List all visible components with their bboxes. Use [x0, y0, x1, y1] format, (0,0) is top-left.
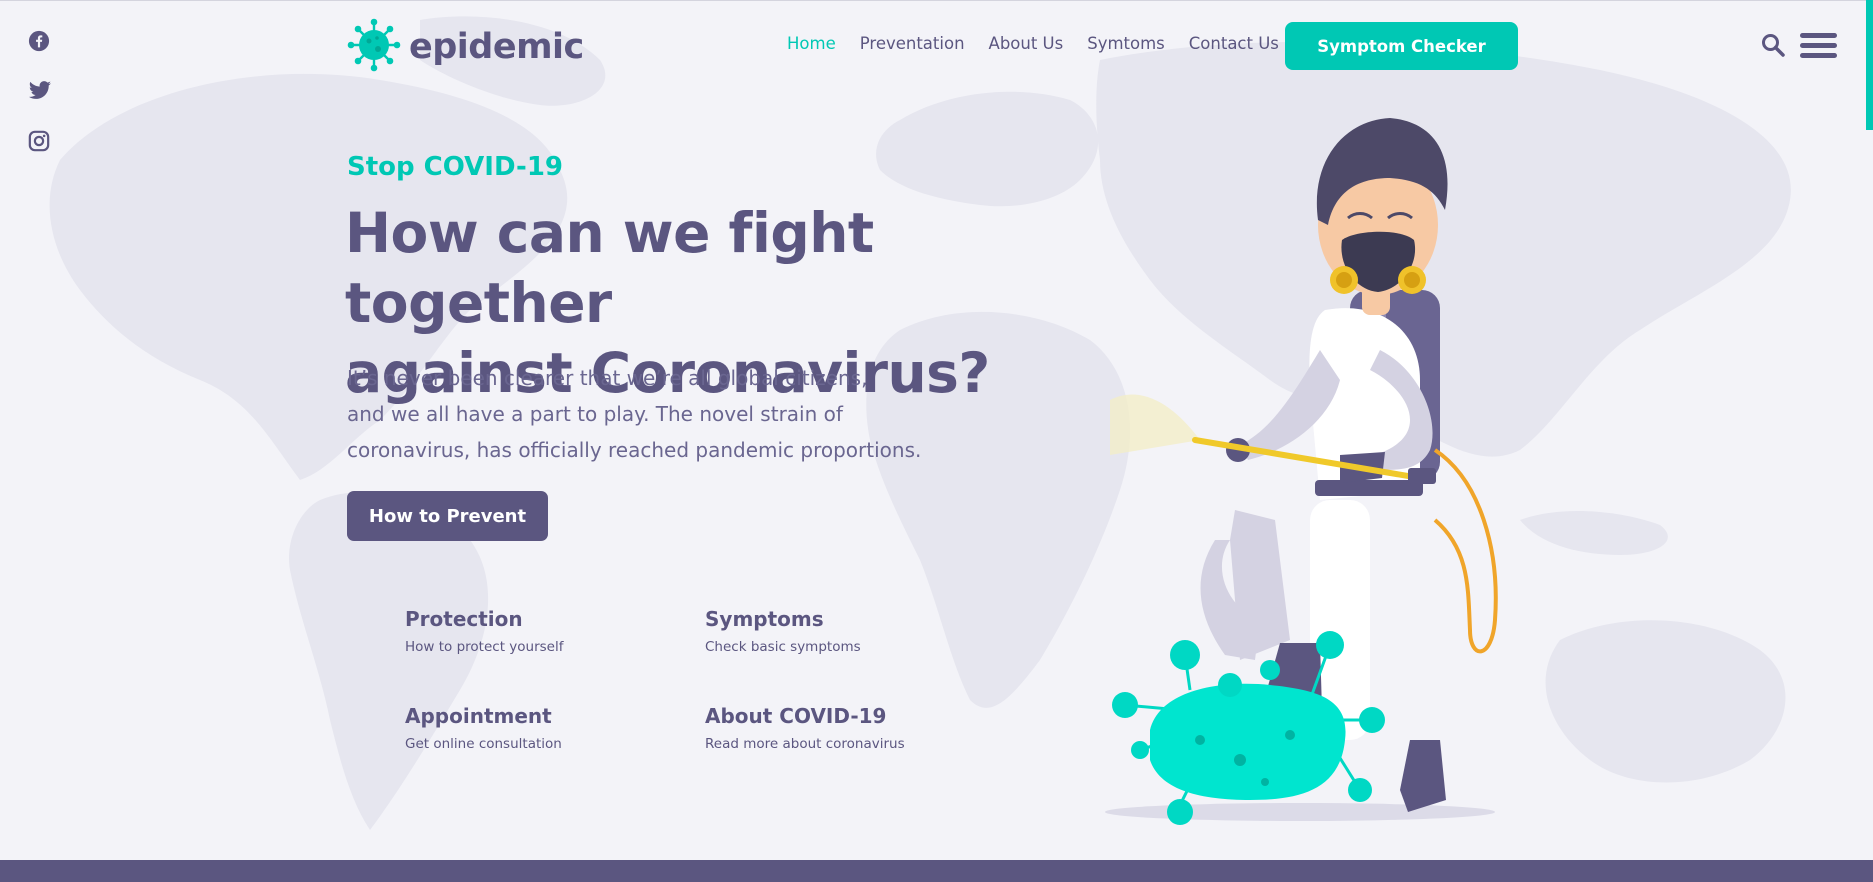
desc-line-3: coronavirus, has officially reached pand…	[347, 438, 922, 462]
feature-title: Appointment	[405, 704, 552, 728]
nav-preventation[interactable]: Preventation	[860, 34, 965, 53]
feature-about-covid[interactable]: About COVID-19 Read more about coronavir…	[705, 704, 905, 752]
feature-subtitle: Get online consultation	[405, 736, 562, 752]
nav-about-us[interactable]: About Us	[989, 34, 1064, 53]
symptom-checker-button[interactable]: Symptom Checker	[1285, 22, 1518, 70]
desc-line-1: It’s never been clearer that we’re all g…	[347, 366, 868, 390]
facebook-icon[interactable]	[28, 30, 52, 52]
nav-home[interactable]: Home	[787, 34, 836, 53]
feature-appointment[interactable]: Appointment Get online consultation	[405, 704, 562, 752]
hero-eyebrow: Stop COVID-19	[347, 152, 563, 182]
desc-line-2: and we all have a part to play. The nove…	[347, 402, 843, 426]
virus-icon	[347, 18, 401, 76]
how-to-prevent-button[interactable]: How to Prevent	[347, 491, 548, 541]
twitter-icon[interactable]	[28, 80, 52, 102]
nav-contact-us[interactable]: Contact Us	[1189, 34, 1279, 53]
hamburger-menu-icon[interactable]	[1800, 33, 1837, 63]
brand-logo[interactable]: epidemic	[347, 18, 584, 76]
feature-subtitle: Read more about coronavirus	[705, 736, 905, 752]
feature-symptoms[interactable]: Symptoms Check basic symptoms	[705, 607, 861, 655]
scroll-indicator[interactable]	[1866, 0, 1873, 130]
hero-description: It’s never been clearer that we’re all g…	[347, 360, 987, 468]
feature-subtitle: Check basic symptoms	[705, 639, 861, 655]
feature-subtitle: How to protect yourself	[405, 639, 564, 655]
nav-symtoms[interactable]: Symtoms	[1087, 34, 1165, 53]
main-nav: Home Preventation About Us Symtoms Conta…	[787, 34, 1303, 53]
feature-protection[interactable]: Protection How to protect yourself	[405, 607, 563, 655]
feature-title: Symptoms	[705, 607, 824, 631]
social-links	[28, 30, 52, 152]
headline-line-1: How can we fight together	[345, 201, 874, 335]
brand-name: epidemic	[409, 27, 584, 67]
search-icon[interactable]	[1761, 33, 1785, 61]
disinfection-person-illustration	[1105, 118, 1498, 825]
feature-title: Protection	[405, 607, 523, 631]
footer-bar	[0, 860, 1873, 882]
instagram-icon[interactable]	[28, 130, 52, 152]
feature-title: About COVID-19	[705, 704, 887, 728]
